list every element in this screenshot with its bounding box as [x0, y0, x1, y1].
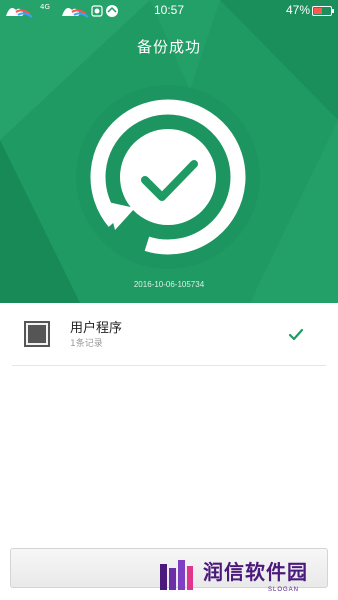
list-item-title: 用户程序: [70, 321, 123, 336]
hero-panel: 4G 10:57 47% 备份成功 2016-10-06-105734: [0, 0, 338, 303]
list-item-user-apps[interactable]: 用户程序 1条记录: [0, 303, 338, 365]
watermark-logo: [160, 560, 193, 590]
status-bar: 4G 10:57 47%: [0, 0, 338, 22]
checkmark-icon: [288, 328, 304, 341]
backup-success-check-icon: [90, 99, 246, 255]
watermark: 润信软件园 SLOGAN: [140, 555, 338, 600]
watermark-slogan: SLOGAN: [268, 587, 300, 593]
list-divider: [12, 365, 326, 366]
app-grid-icon: [24, 321, 50, 347]
battery-icon: [312, 6, 334, 16]
watermark-text: 润信软件园: [203, 560, 308, 584]
battery-percent: 47%: [285, 3, 310, 17]
page-title: 备份成功: [136, 38, 201, 56]
backup-timestamp: 2016-10-06-105734: [133, 280, 205, 289]
battery-level: [314, 8, 322, 14]
list-item-subtitle: 1条记录: [70, 339, 103, 349]
